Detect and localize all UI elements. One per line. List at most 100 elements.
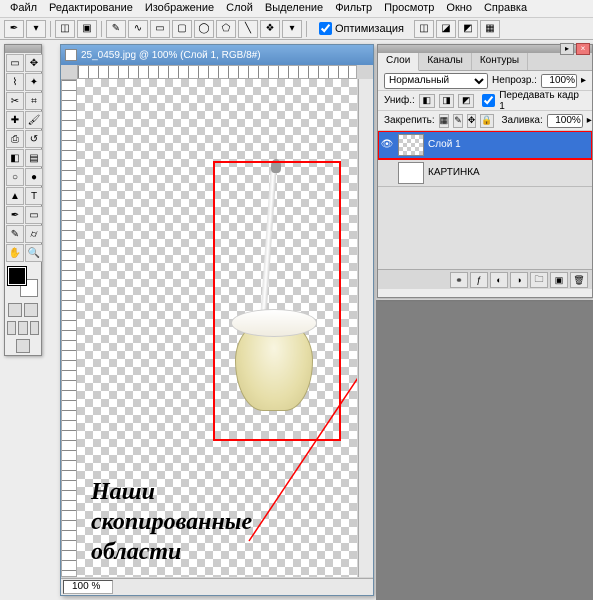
visibility-icon[interactable] xyxy=(380,166,394,180)
opacity-flyout-icon[interactable]: ▸ xyxy=(581,75,586,86)
wand-tool-icon[interactable]: ✦ xyxy=(25,73,43,91)
layer-thumbnail[interactable] xyxy=(398,134,424,156)
foreground-color[interactable] xyxy=(8,267,26,285)
new-layer-icon[interactable]: ▣ xyxy=(550,272,568,288)
marquee-tool-icon[interactable]: ▭ xyxy=(6,54,24,72)
layer-thumbnail[interactable] xyxy=(398,162,424,184)
optimize-checkbox[interactable] xyxy=(319,22,332,35)
rect-icon[interactable]: ▭ xyxy=(150,20,170,38)
eraser-tool-icon[interactable]: ◧ xyxy=(6,149,24,167)
lock-pixels-icon[interactable]: ✎ xyxy=(453,114,463,128)
screenmode1-icon[interactable] xyxy=(7,321,16,335)
adjustment-layer-icon[interactable]: ◑ xyxy=(510,272,528,288)
combine1-icon[interactable]: ◫ xyxy=(414,20,434,38)
path-mode-icon[interactable]: ◫ xyxy=(55,20,75,38)
hand-tool-icon[interactable]: ✋ xyxy=(6,244,24,262)
delete-layer-icon[interactable]: 🗑 xyxy=(570,272,588,288)
pen-tool2-icon[interactable]: ✒ xyxy=(6,206,24,224)
combine4-icon[interactable]: ▦ xyxy=(480,20,500,38)
history-brush-icon[interactable]: ↺ xyxy=(25,130,43,148)
ellipse-icon[interactable]: ◯ xyxy=(194,20,214,38)
custom-shape-icon[interactable]: ❖ xyxy=(260,20,280,38)
panel-close-icon[interactable]: × xyxy=(576,43,590,55)
vertical-scrollbar[interactable] xyxy=(358,79,373,577)
zoom-field[interactable]: 100 % xyxy=(63,580,113,594)
layer-row[interactable]: 👁 Слой 1 xyxy=(378,131,592,159)
panel-grip[interactable]: ▸ × xyxy=(378,45,592,53)
panel-menu-icon[interactable]: ▸ xyxy=(560,43,574,55)
shape-mode-icon[interactable]: ▣ xyxy=(77,20,97,38)
dropdown-icon[interactable]: ▾ xyxy=(26,20,46,38)
screenmode2-icon[interactable] xyxy=(18,321,27,335)
new-group-icon[interactable]: 🗀 xyxy=(530,272,548,288)
menu-view[interactable]: Просмотр xyxy=(378,1,440,16)
layer-row[interactable]: КАРТИНКА xyxy=(378,159,592,187)
layer-mask-icon[interactable]: ◐ xyxy=(490,272,508,288)
shape-tool-icon[interactable]: ▭ xyxy=(25,206,43,224)
unify-style-icon[interactable]: ◩ xyxy=(458,94,474,108)
gradient-tool-icon[interactable]: ▤ xyxy=(25,149,43,167)
eyedropper-icon[interactable]: ⌭ xyxy=(25,225,43,243)
polygon-icon[interactable]: ⬠ xyxy=(216,20,236,38)
lock-all-icon[interactable]: 🔒 xyxy=(480,114,493,128)
type-tool-icon[interactable]: T xyxy=(25,187,43,205)
freeform-pen-icon[interactable]: ∿ xyxy=(128,20,148,38)
dropdown2-icon[interactable]: ▾ xyxy=(282,20,302,38)
tab-layers[interactable]: Слои xyxy=(378,53,419,71)
menu-image[interactable]: Изображение xyxy=(139,1,220,16)
line-icon[interactable]: ╲ xyxy=(238,20,258,38)
blend-mode-select[interactable]: Нормальный xyxy=(384,73,488,89)
lasso-tool-icon[interactable]: ⌇ xyxy=(6,73,24,91)
fill-flyout-icon[interactable]: ▸ xyxy=(587,115,592,126)
jump-to-icon[interactable] xyxy=(16,339,30,353)
color-swatches[interactable] xyxy=(8,267,38,297)
document-titlebar[interactable]: 25_0459.jpg @ 100% (Слой 1, RGB/8#) xyxy=(61,45,373,65)
propagate-checkbox[interactable] xyxy=(482,94,495,107)
menu-window[interactable]: Окно xyxy=(440,1,478,16)
opacity-field[interactable] xyxy=(541,74,577,88)
menu-help[interactable]: Справка xyxy=(478,1,533,16)
propagate-label: Передавать кадр 1 xyxy=(499,90,586,112)
stamp-tool-icon[interactable]: ⎙ xyxy=(6,130,24,148)
notes-tool-icon[interactable]: ✎ xyxy=(6,225,24,243)
heal-tool-icon[interactable]: ✚ xyxy=(6,111,24,129)
combine3-icon[interactable]: ◩ xyxy=(458,20,478,38)
crop-tool-icon[interactable]: ✂ xyxy=(6,92,24,110)
quickmask-off-icon[interactable] xyxy=(8,303,22,317)
quickmask-on-icon[interactable] xyxy=(24,303,38,317)
rounded-rect-icon[interactable]: ▢ xyxy=(172,20,192,38)
blur-tool-icon[interactable]: ○ xyxy=(6,168,24,186)
tool-palette: ▭ ✥ ⌇ ✦ ✂ ⌗ ✚ 🖌 ⎙ ↺ ◧ ▤ ○ ● ▲ T ✒ ▭ ✎ ⌭ … xyxy=(4,44,42,356)
combine2-icon[interactable]: ◪ xyxy=(436,20,456,38)
visibility-icon[interactable]: 👁 xyxy=(380,138,394,152)
path-select-icon[interactable]: ▲ xyxy=(6,187,24,205)
pen-tool-icon[interactable]: ✒ xyxy=(4,20,24,38)
layer-style-icon[interactable]: ƒ xyxy=(470,272,488,288)
tab-channels[interactable]: Каналы xyxy=(419,53,472,70)
zoom-tool-icon[interactable]: 🔍 xyxy=(25,244,43,262)
menu-file[interactable]: Файл xyxy=(4,1,43,16)
palette-grip[interactable] xyxy=(5,45,41,53)
canvas[interactable]: Наши скопированные области xyxy=(77,79,357,577)
lock-position-icon[interactable]: ✥ xyxy=(467,114,477,128)
document-window: 25_0459.jpg @ 100% (Слой 1, RGB/8#) Наши… xyxy=(60,44,374,596)
layers-panel: ▸ × Слои Каналы Контуры Нормальный Непро… xyxy=(377,44,593,298)
link-layers-icon[interactable]: ⚭ xyxy=(450,272,468,288)
brush-tool-icon[interactable]: 🖌 xyxy=(25,111,43,129)
layer-name[interactable]: КАРТИНКА xyxy=(428,167,590,178)
slice-tool-icon[interactable]: ⌗ xyxy=(25,92,43,110)
tab-paths[interactable]: Контуры xyxy=(472,53,528,70)
menu-edit[interactable]: Редактирование xyxy=(43,1,139,16)
menu-filter[interactable]: Фильтр xyxy=(329,1,378,16)
dodge-tool-icon[interactable]: ● xyxy=(25,168,43,186)
unify-vis-icon[interactable]: ◨ xyxy=(439,94,455,108)
move-tool-icon[interactable]: ✥ xyxy=(25,54,43,72)
layer-name[interactable]: Слой 1 xyxy=(428,139,590,150)
fill-field[interactable] xyxy=(547,114,583,128)
pen-icon[interactable]: ✎ xyxy=(106,20,126,38)
lock-transparency-icon[interactable]: ▦ xyxy=(439,114,450,128)
menu-layer[interactable]: Слой xyxy=(220,1,259,16)
menu-select[interactable]: Выделение xyxy=(259,1,329,16)
screenmode3-icon[interactable] xyxy=(30,321,39,335)
unify-pos-icon[interactable]: ◧ xyxy=(419,94,435,108)
